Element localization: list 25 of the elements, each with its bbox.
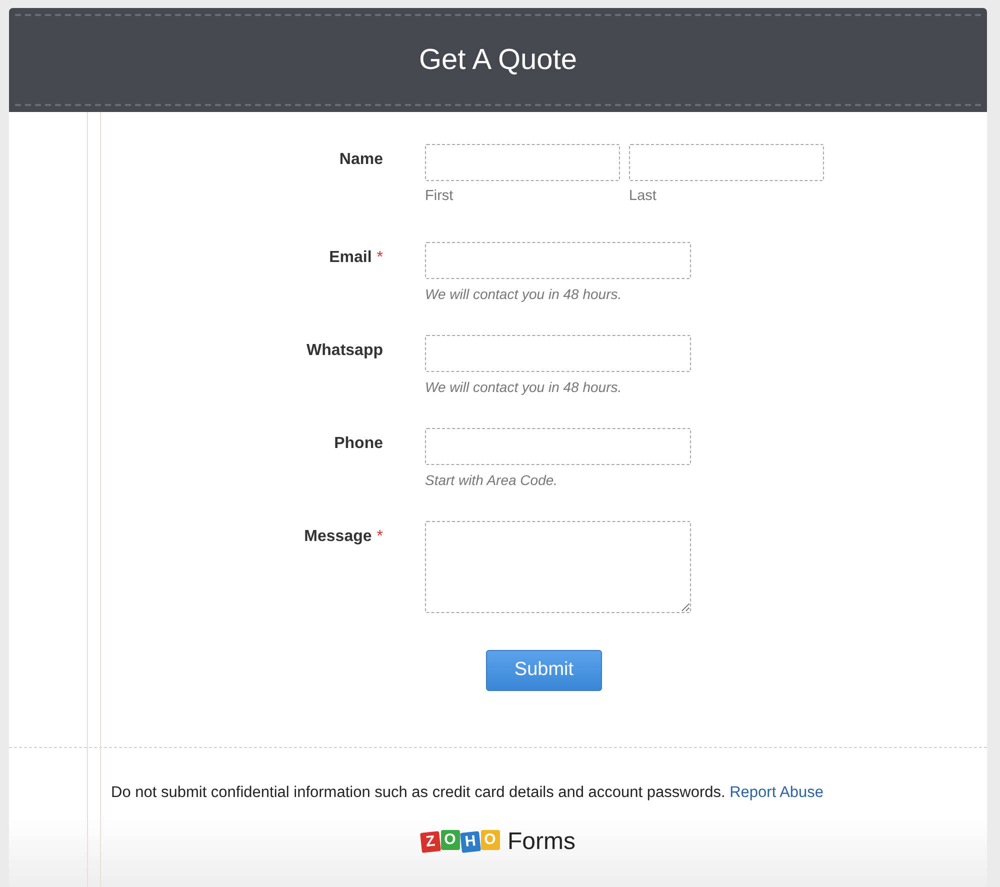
submit-button[interactable]: Submit [486, 650, 602, 691]
logo-tile: O [480, 830, 500, 850]
logo-product-name: Forms [508, 827, 576, 858]
field-label: Whatsapp [306, 341, 383, 361]
input-field[interactable] [425, 335, 691, 372]
logo-tile: O [440, 830, 460, 850]
field-hint: Start with Area Code. [425, 471, 558, 490]
logo-tile: Z [420, 831, 440, 854]
input-field[interactable] [425, 428, 691, 465]
field-sublabel: First [425, 187, 454, 206]
field-hint: We will contact you in 48 hours. [425, 285, 622, 304]
field-label: Phone [333, 434, 383, 454]
privacy-notice: Do not submit confidential information such as credit card details and account passwords. Report Abuse [111, 783, 825, 803]
field-label: Message * [303, 527, 383, 547]
logo-tile: H [460, 831, 480, 854]
field-sublabel: Last [629, 187, 656, 206]
message-field[interactable] [425, 521, 691, 613]
input-field[interactable] [425, 242, 691, 279]
input-field[interactable] [629, 144, 824, 181]
field-hint: We will contact you in 48 hours. [425, 378, 622, 397]
form-title: Get A Quote [419, 46, 577, 74]
field-label: Name [338, 150, 383, 170]
input-field[interactable] [425, 144, 620, 181]
field-label: Email * [328, 248, 383, 268]
report-abuse-link[interactable]: Report Abuse [730, 784, 824, 801]
